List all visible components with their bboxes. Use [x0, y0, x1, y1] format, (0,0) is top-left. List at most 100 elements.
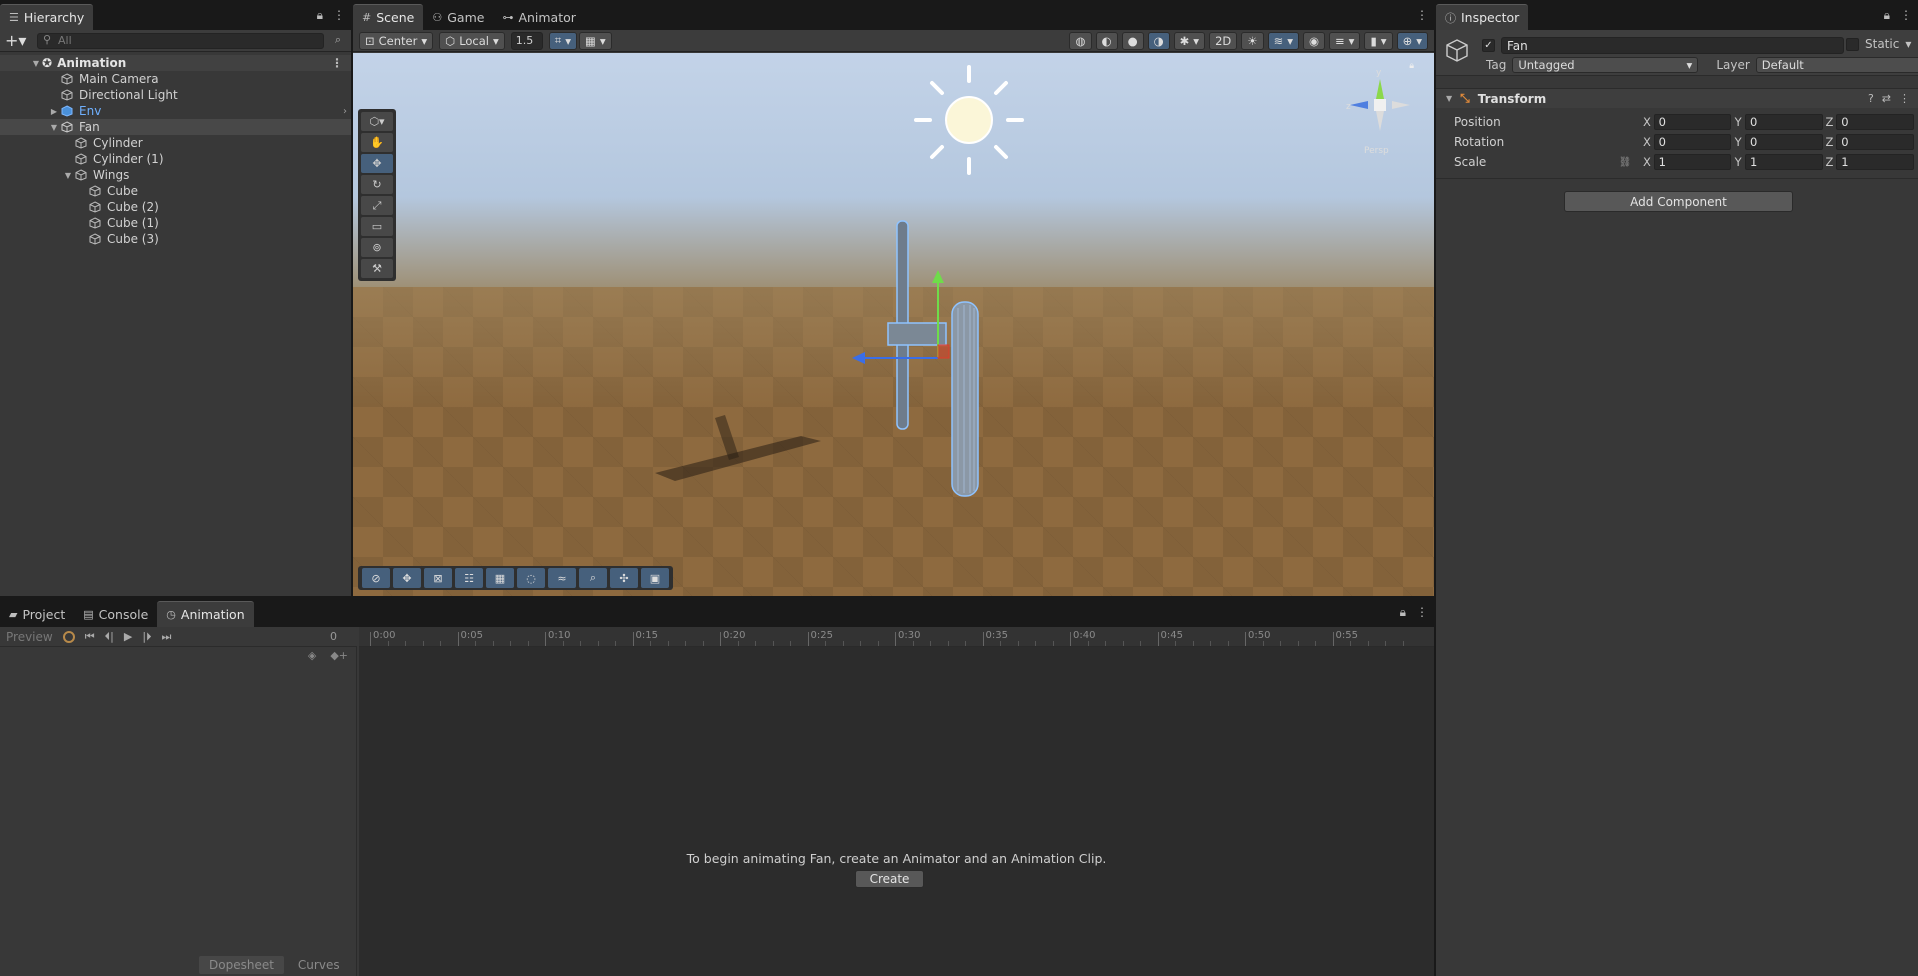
- rotation-z-field[interactable]: 0: [1836, 134, 1914, 150]
- tile-palette-icon[interactable]: ☷: [455, 568, 483, 588]
- tab-animation[interactable]: ◷ Animation: [157, 601, 254, 627]
- kebab-menu-icon[interactable]: ⋮: [1416, 605, 1428, 620]
- search-options-icon[interactable]: ⌕: [330, 33, 346, 49]
- create-animation-button[interactable]: Create: [855, 870, 924, 888]
- kebab-menu-icon[interactable]: ⋮: [1899, 92, 1910, 105]
- constrain-proportions-link-icon[interactable]: ⛓: [1619, 157, 1640, 168]
- overlay-menu-button[interactable]: ⬡▾: [361, 112, 393, 131]
- tree-item-cube[interactable]: Cube: [0, 183, 351, 199]
- layer-dropdown[interactable]: Default▾: [1755, 57, 1918, 73]
- transform-component-header[interactable]: ▼ ⤡ Transform ? ⇄ ⋮: [1436, 88, 1918, 108]
- preset-icon[interactable]: ⇄: [1882, 92, 1891, 105]
- lock-icon[interactable]: 🔒︎: [1884, 8, 1890, 23]
- draw-mode-button[interactable]: ◍: [1069, 32, 1092, 50]
- tree-item-directional-light[interactable]: Directional Light: [0, 87, 351, 103]
- kebab-menu-icon[interactable]: ⋮: [1416, 8, 1428, 22]
- move-snap-icon[interactable]: ✥: [393, 568, 421, 588]
- scale-tool-icon[interactable]: ⤢: [361, 196, 393, 215]
- tab-animator[interactable]: ⊶ Animator: [493, 4, 584, 30]
- navigation-icon[interactable]: ⊘: [362, 568, 390, 588]
- expand-arrow-icon[interactable]: ▼: [30, 59, 42, 68]
- lock-icon[interactable]: 🔒︎: [317, 8, 323, 23]
- grid-snap-button[interactable]: ⌗ ▾: [548, 31, 578, 50]
- add-object-button[interactable]: +▾: [5, 31, 31, 50]
- scale-z-field[interactable]: 1: [1836, 154, 1914, 170]
- last-keyframe-icon[interactable]: ⏭: [162, 630, 172, 644]
- pivot-tool-icon[interactable]: ✣: [610, 568, 638, 588]
- current-frame-field[interactable]: 0: [330, 630, 337, 643]
- lock-icon[interactable]: 🔒︎: [1400, 605, 1406, 620]
- next-keyframe-icon[interactable]: |⏵: [142, 630, 151, 644]
- scale-y-field[interactable]: 1: [1744, 154, 1823, 170]
- collider-icon[interactable]: ⊠: [424, 568, 452, 588]
- pivot-center-dropdown[interactable]: ⊡ Center ▾: [359, 31, 434, 50]
- add-component-button[interactable]: Add Component: [1564, 191, 1793, 212]
- tree-item-cube-1[interactable]: Cube (1): [0, 215, 351, 231]
- 2d-toggle-button[interactable]: 2D: [1209, 32, 1238, 50]
- expand-arrow-icon[interactable]: ▼: [48, 123, 60, 132]
- move-tool-icon[interactable]: ✥: [361, 154, 393, 173]
- rotation-x-field[interactable]: 0: [1653, 134, 1732, 150]
- gizmos-button[interactable]: ⊕ ▾: [1396, 32, 1428, 50]
- tab-scene[interactable]: # Scene: [353, 4, 424, 30]
- audio-toggle-button[interactable]: ≋ ▾: [1267, 32, 1299, 50]
- hidden-objects-button[interactable]: ◉: [1302, 32, 1326, 50]
- rect-tool-icon[interactable]: ▭: [361, 217, 393, 236]
- effects-button[interactable]: ≡ ▾: [1329, 32, 1361, 50]
- gameobject-name-field[interactable]: Fan: [1501, 37, 1844, 54]
- tab-console[interactable]: ▤ Console: [74, 601, 157, 627]
- sphere-icon[interactable]: ◌: [517, 568, 545, 588]
- prefab-arrow-icon[interactable]: ›: [343, 106, 347, 117]
- tree-item-main-camera[interactable]: Main Camera: [0, 71, 351, 87]
- position-x-field[interactable]: 0: [1653, 114, 1732, 130]
- hand-tool-icon[interactable]: ✋: [361, 133, 393, 152]
- expand-arrow-icon[interactable]: ▼: [62, 171, 74, 180]
- rotation-y-field[interactable]: 0: [1744, 134, 1823, 150]
- tab-hierarchy[interactable]: ☰ Hierarchy: [0, 4, 94, 30]
- first-keyframe-icon[interactable]: ⏮: [85, 630, 95, 644]
- play-icon[interactable]: ▶: [124, 630, 132, 643]
- tab-project[interactable]: ▰ Project: [0, 601, 74, 627]
- scene-viewport[interactable]: ⬡▾ ✋ ✥ ↻ ⤢ ▭ ⊚ ⚒ y z Persp 🔒︎: [353, 53, 1434, 596]
- gizmo-lock-icon[interactable]: 🔒︎: [1409, 61, 1414, 71]
- tree-item-wings[interactable]: ▼ Wings: [0, 167, 351, 183]
- camera-settings-button[interactable]: ▮ ▾: [1364, 32, 1393, 50]
- static-checkbox[interactable]: [1846, 37, 1859, 51]
- shaded-button[interactable]: ●: [1121, 32, 1144, 50]
- tree-item-cube-3[interactable]: Cube (3): [0, 231, 351, 247]
- wireframe-button[interactable]: ◐: [1095, 32, 1118, 50]
- animation-dopesheet-area[interactable]: To begin animating Fan, create an Animat…: [359, 647, 1434, 976]
- sun-icon[interactable]: [914, 65, 1024, 175]
- previous-keyframe-icon[interactable]: ⏴|: [105, 630, 114, 644]
- kebab-menu-icon[interactable]: ⋮: [333, 8, 345, 23]
- magnifier-icon[interactable]: ⌕: [579, 568, 607, 588]
- scene-menu-icon[interactable]: ⋮: [331, 56, 343, 70]
- grid-visibility-button[interactable]: ▦ ▾: [579, 31, 612, 50]
- filter-keyframes-icon[interactable]: ◈: [308, 649, 316, 662]
- tree-item-env[interactable]: ▶ Env ›: [0, 103, 351, 119]
- lighting-toggle-button[interactable]: ☀: [1241, 32, 1264, 50]
- tree-item-fan[interactable]: ▼ Fan: [0, 119, 351, 135]
- collapse-arrow-icon[interactable]: ▶: [48, 107, 60, 116]
- snap-increment-field[interactable]: 1.5: [510, 31, 543, 50]
- space-local-dropdown[interactable]: ⬡ Local ▾: [439, 31, 505, 50]
- lit-button[interactable]: ◑: [1147, 32, 1170, 50]
- position-z-field[interactable]: 0: [1836, 114, 1914, 130]
- timeline-ruler[interactable]: 0:00 0:05 0:10 0:15 0:20 0:25 0:30 0:35 0:40 0:45…: [359, 627, 1434, 647]
- dopesheet-tab[interactable]: Dopesheet: [199, 956, 284, 974]
- help-icon[interactable]: ?: [1868, 92, 1874, 105]
- collapse-arrow-icon[interactable]: ▼: [1446, 94, 1452, 103]
- custom-tool-icon[interactable]: ⚒: [361, 259, 393, 278]
- hierarchy-search-input[interactable]: All: [37, 32, 324, 49]
- camera-capture-icon[interactable]: ▣: [641, 568, 669, 588]
- tag-dropdown[interactable]: Untagged ▾: [1512, 57, 1699, 73]
- position-y-field[interactable]: 0: [1744, 114, 1823, 130]
- debug-mode-button[interactable]: ✱ ▾: [1173, 32, 1206, 50]
- orientation-gizmo[interactable]: y z Persp: [1344, 65, 1416, 155]
- static-dropdown-arrow[interactable]: ▾: [1905, 37, 1911, 51]
- grid-tool-icon[interactable]: ▦: [486, 568, 514, 588]
- preview-toggle[interactable]: Preview: [6, 630, 53, 644]
- tree-scene-animation[interactable]: ▼ ✪ Animation ⋮: [0, 55, 351, 71]
- transform-tool-icon[interactable]: ⊚: [361, 238, 393, 257]
- tree-item-cylinder-1[interactable]: Cylinder (1): [0, 151, 351, 167]
